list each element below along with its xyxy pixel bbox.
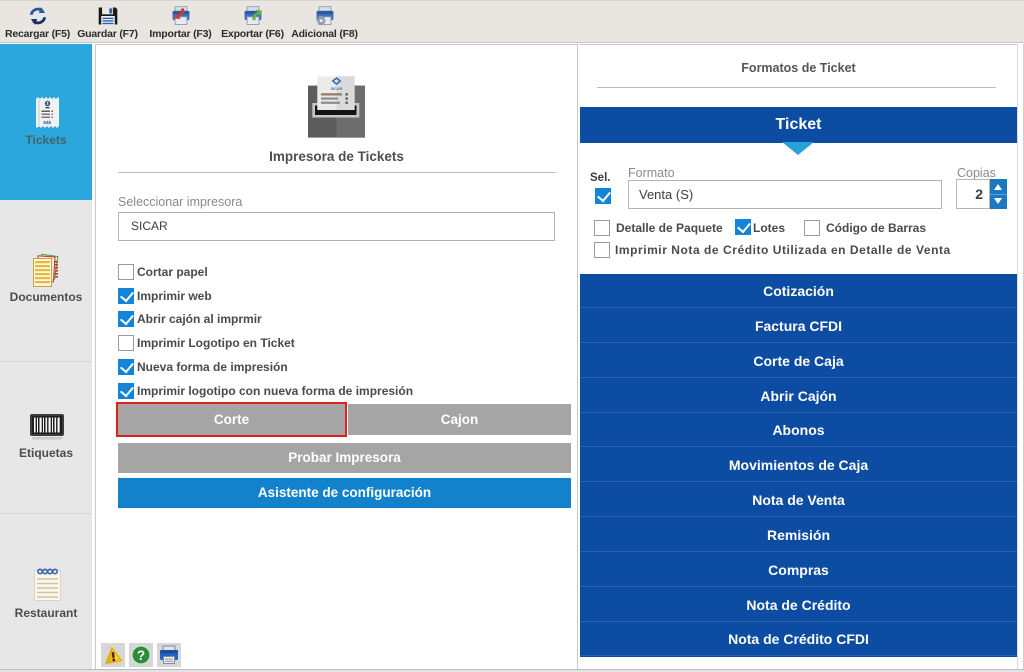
svg-text:?: ? [137,648,145,663]
svg-text:SICAR: SICAR [331,87,343,91]
svg-text:$$$: $$$ [43,120,51,126]
